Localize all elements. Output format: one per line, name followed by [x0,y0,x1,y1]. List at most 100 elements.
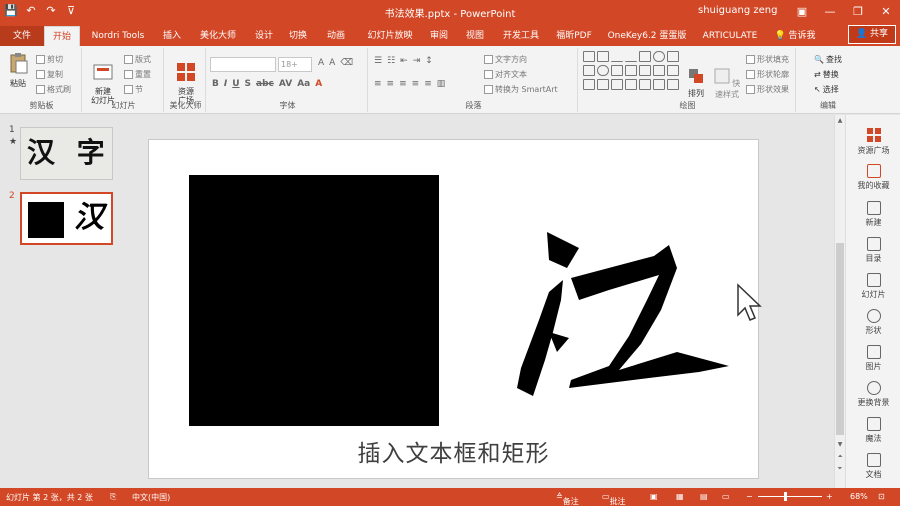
tab-home[interactable]: 开始 [44,26,80,46]
ribbon-display-icon[interactable]: ▣ [788,2,816,22]
restore-button[interactable]: ❐ [844,2,872,22]
shape-brace[interactable] [639,79,651,90]
slideshow-view-icon[interactable]: ▭ [722,492,730,501]
italic-icon[interactable]: I [224,79,227,89]
shape-triangle[interactable] [611,65,623,76]
scroll-up-arrow-icon[interactable]: ▲ [835,117,845,124]
grow-font-icon[interactable]: A [318,58,324,68]
shape-oval[interactable] [653,51,665,62]
tab-design[interactable]: 设计 [248,26,280,46]
shape-arrow[interactable] [653,65,665,76]
language-indicator[interactable]: 中文(中国) [132,492,170,503]
calligraphy-glyph[interactable]: 汉 [509,220,739,420]
strikethrough-icon[interactable]: abc [256,79,274,89]
select-button[interactable]: ↖ 选择 [814,84,839,95]
tab-insert[interactable]: 插入 [156,26,188,46]
shape-elbow[interactable] [625,65,637,76]
shape-arrow[interactable] [639,65,651,76]
section-button[interactable]: 节 [124,84,143,95]
new-slide-button[interactable]: 新建 幻灯片 [86,52,120,105]
decrease-indent-icon[interactable]: ⇤ [400,56,408,66]
numbering-icon[interactable]: ☷ [387,56,395,66]
shapes-gallery[interactable] [583,51,679,91]
font-size-box[interactable]: 18+ [278,57,312,72]
distributed-icon[interactable]: ≡ [424,79,432,89]
minimize-button[interactable]: — [816,2,844,22]
fit-to-window-icon[interactable]: ⊡ [878,492,885,501]
tab-developer[interactable]: 开发工具 [496,26,546,46]
shrink-font-icon[interactable]: A [329,58,335,68]
justify-icon[interactable]: ≡ [412,79,420,89]
zoom-level[interactable]: 68% [850,492,868,501]
font-name-box[interactable] [210,57,276,72]
font-color-icon[interactable]: A [315,79,322,89]
align-text-button[interactable]: 对齐文本 [484,69,527,80]
shape-arrow[interactable] [639,51,651,62]
change-case-icon[interactable]: Aa [297,79,310,89]
notes-button[interactable]: ≙ 备注 [556,492,579,506]
vertical-scrollbar[interactable]: ▲ ▼ ⏶ ⏷ [834,115,845,488]
scrollbar-thumb[interactable] [836,243,844,435]
zoom-out-icon[interactable]: − [746,492,753,501]
tab-articulate[interactable]: ARTICULATE [698,26,762,46]
text-direction-button[interactable]: 文字方向 [484,54,527,65]
share-button[interactable]: 👤 共享 [848,25,896,44]
slide-thumbnail-2[interactable]: 汉 [20,192,113,245]
shape-line[interactable] [611,51,623,62]
cut-button[interactable]: 剪切 [36,54,63,65]
shape-curve[interactable] [611,79,623,90]
line-spacing-icon[interactable]: ↕ [425,56,433,66]
zoom-in-icon[interactable]: + [826,492,833,501]
shape-line[interactable] [625,51,637,62]
shape-rect[interactable] [583,65,595,76]
bullets-icon[interactable]: ☰ [374,56,382,66]
previous-slide-icon[interactable]: ⏶ [835,453,845,461]
slide-sorter-icon[interactable]: ▦ [676,492,684,501]
slide-canvas[interactable]: 汉 插入文本框和矩形 [148,139,759,479]
underline-icon[interactable]: U [232,79,239,89]
comments-button[interactable]: ▭ 批注 [602,492,626,506]
black-rectangle-shape[interactable] [189,175,439,426]
tab-onekey[interactable]: OneKey6.2 蛋蛋版 [604,26,690,46]
format-painter-button[interactable]: 格式刷 [36,84,71,95]
spellcheck-icon[interactable]: ⎘ [110,492,116,502]
find-button[interactable]: 🔍 查找 [814,54,842,65]
quick-styles-button[interactable]: 快速样式 [710,68,744,100]
increase-indent-icon[interactable]: ⇥ [413,56,421,66]
paste-button[interactable]: 粘贴 [6,52,30,89]
slide-caption[interactable]: 插入文本框和矩形 [149,434,758,468]
tab-foxit-pdf[interactable]: 福昕PDF [552,26,596,46]
shape-textbox[interactable] [583,51,595,62]
shape-rect[interactable] [597,51,609,62]
zoom-slider-knob[interactable] [784,492,787,501]
pane-outline[interactable]: 目录 [846,237,900,264]
char-spacing-icon[interactable]: AV [279,79,292,89]
pane-shapes[interactable]: 形状 [846,309,900,336]
shape-fill-button[interactable]: 形状填充 [746,54,789,65]
normal-view-icon[interactable]: ▣ [650,492,658,501]
pane-pictures[interactable]: 图片 [846,345,900,372]
reading-view-icon[interactable]: ▤ [700,492,708,501]
replace-button[interactable]: ⇄ 替换 [814,69,839,80]
slide-thumbnail-1[interactable]: 汉 字 [20,127,113,180]
align-right-icon[interactable]: ≡ [399,79,407,89]
clear-format-icon[interactable]: ⌫ [340,58,353,68]
user-name[interactable]: shuiguang zeng [698,5,777,16]
shape-outline-button[interactable]: 形状轮廓 [746,69,789,80]
shadow-icon[interactable]: S [245,79,251,89]
close-button[interactable]: ✕ [872,2,900,22]
tab-view[interactable]: 视图 [460,26,490,46]
scroll-down-arrow-icon[interactable]: ▼ [835,441,845,448]
arrange-button[interactable]: 排列 [684,68,708,99]
tab-transitions[interactable]: 切换 [282,26,314,46]
copy-button[interactable]: 复制 [36,69,63,80]
zoom-slider[interactable] [758,496,822,497]
align-center-icon[interactable]: ≡ [387,79,395,89]
resource-square-button[interactable]: 资源 广场 [172,52,200,105]
layout-button[interactable]: 版式 [124,54,151,65]
pane-new[interactable]: 新建 [846,201,900,228]
shape-effects-button[interactable]: 形状效果 [746,84,789,95]
tab-slideshow[interactable]: 幻灯片放映 [360,26,420,46]
shape-brace[interactable] [653,79,665,90]
pane-slides[interactable]: 幻灯片 [846,273,900,300]
